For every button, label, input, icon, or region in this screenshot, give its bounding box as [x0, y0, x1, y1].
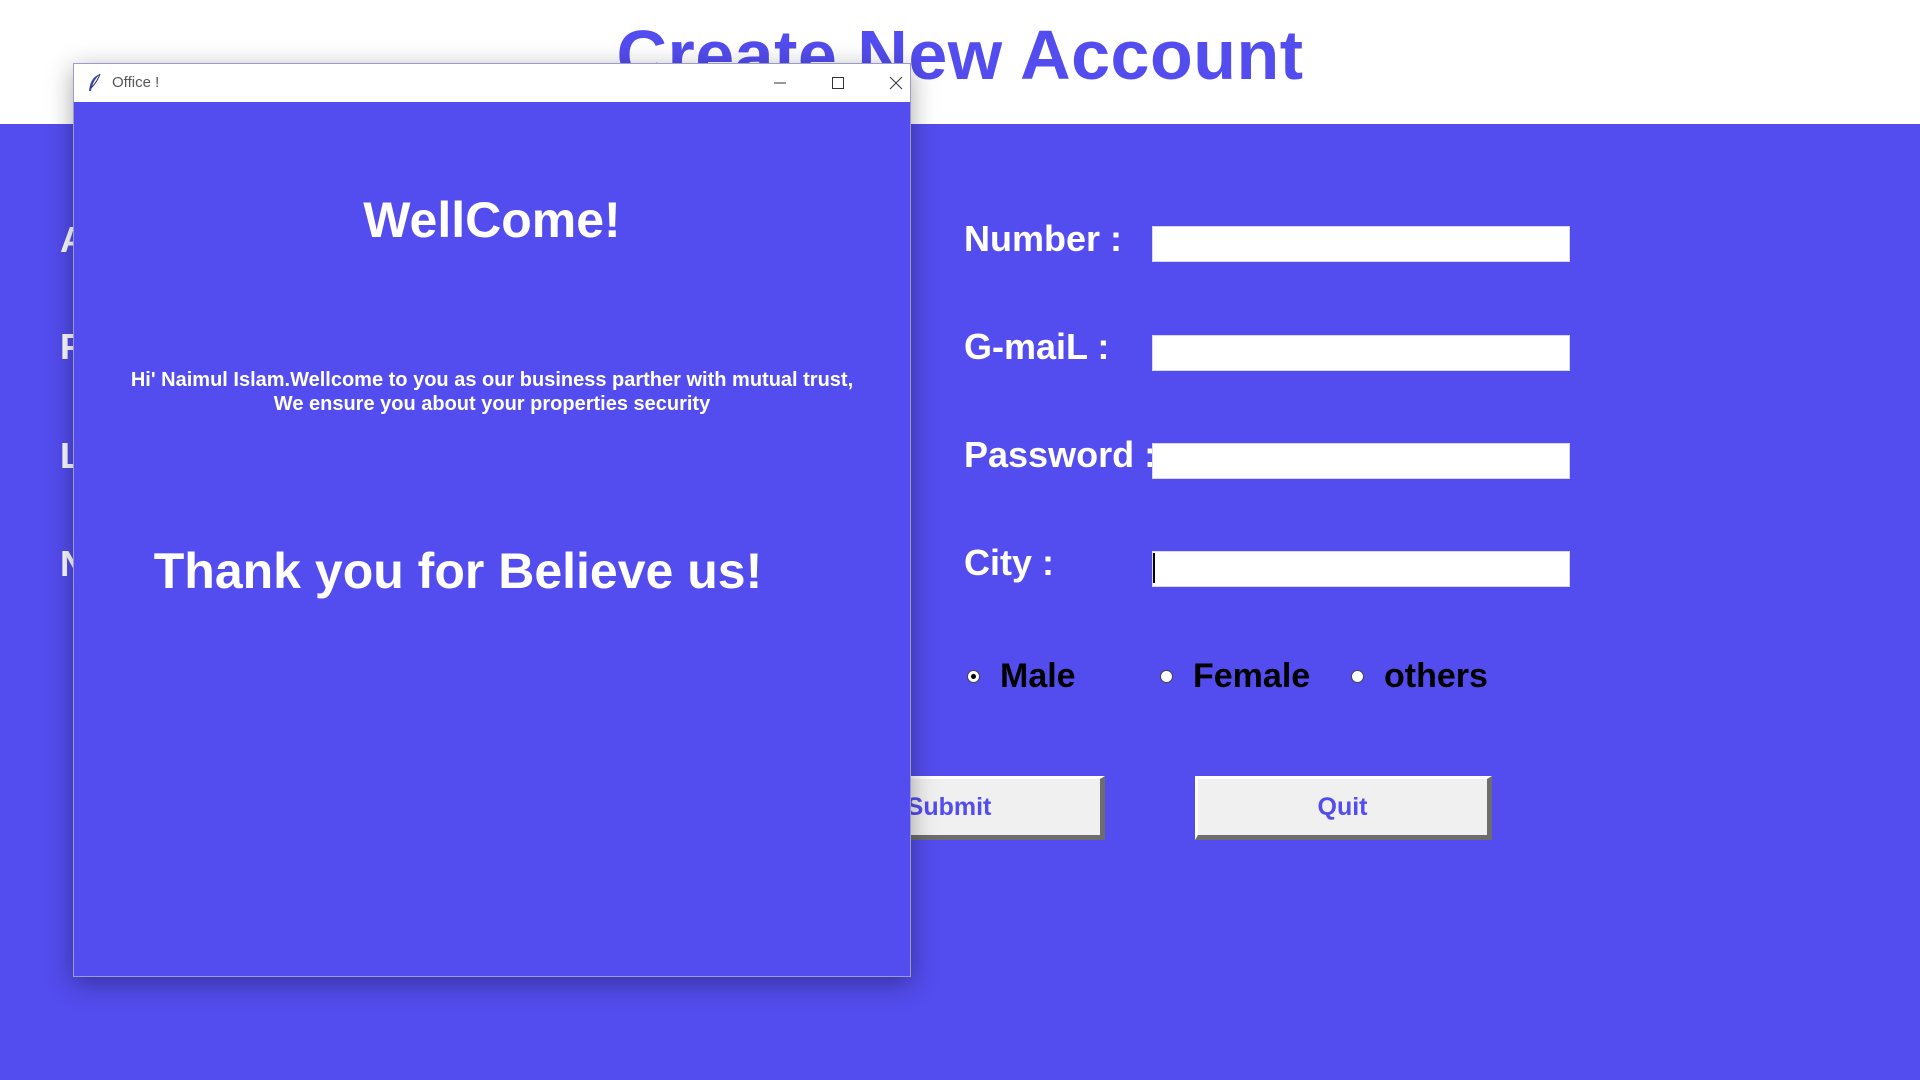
thanks-text: Thank you for Believe us! — [153, 543, 763, 599]
radio-female[interactable]: Female — [1160, 656, 1310, 696]
radio-unselected-icon — [1351, 669, 1364, 683]
close-icon — [889, 76, 903, 90]
minimize-button[interactable] — [751, 64, 809, 102]
message-line-1: Hi' Naimul Islam.Wellcome to you as our … — [130, 369, 854, 391]
city-label: City : — [964, 542, 1054, 583]
minimize-icon — [774, 82, 786, 84]
close-button[interactable] — [867, 64, 925, 102]
gmail-label: G-maiL : — [964, 326, 1110, 367]
radio-others[interactable]: others — [1351, 656, 1488, 696]
dialog-title: Office ! — [112, 74, 160, 91]
dialog-heading: WellCome! — [363, 192, 621, 248]
radio-selected-icon — [967, 669, 980, 683]
radio-others-label: others — [1384, 657, 1488, 695]
feather-icon — [89, 73, 101, 91]
number-label: Number : — [964, 218, 1123, 259]
radio-male-label: Male — [1000, 657, 1076, 695]
maximize-button[interactable] — [809, 64, 867, 102]
text-caret — [1153, 553, 1155, 583]
dialog-titlebar[interactable]: Office ! — [74, 64, 910, 102]
dialog-message: Hi' Naimul Islam.Wellcome to you as our … — [74, 368, 910, 416]
radio-male[interactable]: Male — [967, 656, 1076, 696]
maximize-icon — [832, 77, 844, 89]
password-input[interactable] — [1152, 443, 1570, 479]
welcome-dialog: Office ! WellCome! Hi' Naimul Islam.Well… — [73, 63, 911, 977]
gmail-input[interactable] — [1152, 335, 1570, 371]
message-line-2: We ensure you about your properties secu… — [273, 393, 711, 415]
number-input[interactable] — [1152, 226, 1570, 262]
quit-button[interactable]: Quit — [1195, 776, 1492, 840]
password-label: Password : — [964, 434, 1157, 475]
radio-unselected-icon — [1160, 669, 1173, 683]
city-input[interactable] — [1152, 551, 1570, 587]
radio-female-label: Female — [1193, 657, 1311, 695]
